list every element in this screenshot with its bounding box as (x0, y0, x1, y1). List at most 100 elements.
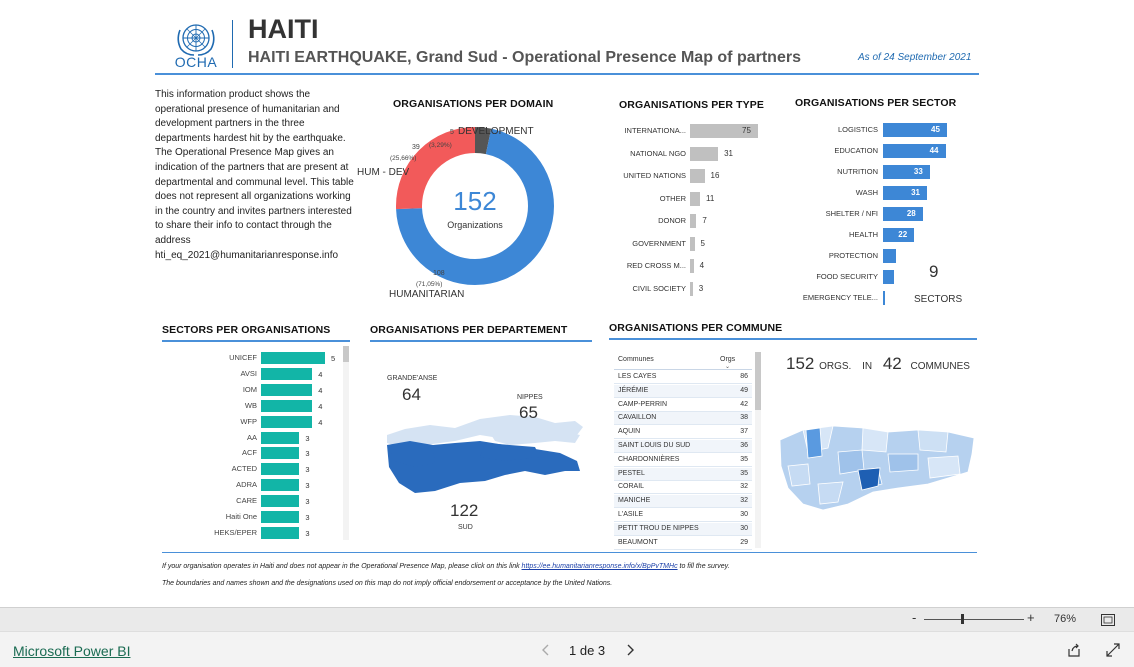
sector-bar-chart[interactable]: LOGISTICS 45 EDUCATION 44 NUTRITION 33 WASH 31 S… (790, 123, 970, 308)
commune-orgs: 35 (740, 469, 748, 477)
department-map[interactable] (385, 405, 585, 505)
fit-to-page-icon[interactable] (1101, 614, 1115, 626)
org-bar[interactable] (261, 495, 300, 508)
sector-count-label: SECTORS (914, 294, 963, 305)
type-bar-chart[interactable]: INTERNATIONA... 75 NATIONAL NGO 31 UNITED NA… (612, 124, 782, 304)
table-row[interactable]: MANICHE 32 (614, 495, 752, 509)
humdev-count: 39 (412, 144, 420, 151)
org-value: 3 (305, 449, 310, 459)
org-label: AA (246, 432, 257, 442)
table-row[interactable]: BEAUMONT 29 (614, 537, 752, 550)
table-row[interactable]: CORAIL 32 (614, 481, 752, 495)
type-title: ORGANISATIONS PER TYPE (619, 99, 764, 111)
zoom-bar: - + 76% (0, 607, 1134, 631)
org-bar[interactable] (261, 431, 300, 444)
sector-bar[interactable] (883, 291, 885, 305)
commune-name: JÉRÉMIE (618, 386, 649, 394)
org-bar[interactable] (261, 511, 300, 523)
sector-label: EMERGENCY TELE... (802, 293, 878, 302)
type-bar[interactable] (690, 214, 697, 228)
table-row[interactable]: SAINT LOUIS DU SUD 36 (614, 440, 752, 453)
sector-label: EDUCATION (834, 146, 878, 155)
org-label: UNICEF (229, 353, 257, 362)
sector-label: NUTRITION (837, 167, 878, 176)
table-row[interactable]: PETIT TROU DE NIPPES 30 (614, 522, 752, 536)
commune-name: CAMP-PERRIN (618, 400, 668, 408)
table-row[interactable]: JÉRÉMIE 49 (614, 384, 752, 398)
footnote-disclaimer: The boundaries and names shown and the d… (162, 580, 613, 587)
col-communes[interactable]: Communes (618, 356, 654, 363)
table-row[interactable]: AQUIN 37 (614, 426, 752, 440)
type-bar[interactable] (690, 146, 719, 161)
footnote-survey: If your organisation operates in Haiti a… (162, 563, 730, 570)
survey-link[interactable]: https://ee.humanitarianresponse.info/x/B… (522, 563, 678, 570)
org-bar[interactable] (261, 383, 313, 396)
share-icon[interactable] (1067, 643, 1081, 657)
commune-title: ORGANISATIONS PER COMMUNE (609, 322, 783, 334)
col-orgs[interactable]: Orgs (720, 356, 735, 363)
type-value: 11 (705, 193, 715, 203)
dept-title: ORGANISATIONS PER DEPARTEMENT (370, 324, 568, 336)
table-row[interactable]: CAVAILLON 38 (614, 412, 752, 426)
table-row[interactable]: PESTEL 35 (614, 467, 752, 481)
org-bar[interactable] (261, 526, 300, 539)
zoom-slider-thumb[interactable] (961, 614, 964, 624)
org-bar[interactable] (261, 447, 300, 460)
zoom-in-button[interactable]: + (1027, 610, 1035, 625)
commune-orgs: 35 (740, 455, 748, 463)
power-bi-link[interactable]: Microsoft Power BI (13, 643, 130, 659)
org-bar[interactable] (261, 479, 300, 492)
sector-bar[interactable] (883, 249, 896, 263)
zoom-slider-track[interactable] (924, 619, 1024, 620)
org-value: 3 (305, 497, 310, 507)
header-divider (232, 20, 233, 68)
org-bar[interactable] (261, 415, 313, 428)
org-value: 3 (305, 513, 310, 522)
humdev-pct: (25,66%) (390, 155, 417, 162)
sector-value: 28 (906, 209, 916, 218)
sector-bar[interactable] (883, 207, 923, 221)
orgs-scrollbar[interactable] (343, 346, 349, 540)
sort-chevron-down-icon[interactable]: ⌄ (725, 363, 730, 370)
table-row[interactable]: CHARDONNIÈRES 35 (614, 454, 752, 467)
org-bar[interactable] (261, 367, 313, 380)
fullscreen-icon[interactable] (1106, 643, 1120, 657)
chevron-left-icon[interactable] (541, 644, 551, 656)
chevron-right-icon[interactable] (625, 644, 635, 656)
commune-scroll-thumb[interactable] (755, 352, 761, 410)
org-bar[interactable] (261, 463, 300, 476)
table-row[interactable]: CAMP-PERRIN 42 (614, 399, 752, 412)
commune-name: CAVAILLON (618, 414, 657, 422)
commune-orgs: 36 (740, 442, 748, 449)
org-value: 5 (331, 354, 336, 363)
type-bar[interactable] (690, 191, 700, 206)
orgs-bar-chart[interactable]: UNICEF 5 AVSI 4 IOM 4 WB 4 WFP 4 AA 3 ACF 3 ACTED 3 ADRA… (162, 348, 347, 540)
sector-label: HEALTH (848, 230, 878, 239)
type-bar[interactable] (690, 281, 693, 296)
orgs-title: SECTORS PER ORGANISATIONS (162, 324, 331, 336)
type-bar[interactable] (690, 236, 695, 251)
type-value: 75 (742, 126, 751, 135)
domain-title: ORGANISATIONS PER DOMAIN (393, 98, 554, 110)
sector-bar[interactable] (883, 186, 928, 200)
orgs-total: 152 (786, 354, 815, 373)
org-bar[interactable] (261, 399, 313, 412)
table-row[interactable]: L'ASILE 30 (614, 509, 752, 522)
org-bar[interactable] (261, 352, 325, 364)
page-indicator: 1 de 3 (569, 643, 606, 658)
commune-name: CHARDONNIÈRES (618, 455, 680, 463)
type-bar[interactable] (690, 259, 694, 273)
org-label: Haiti One (225, 512, 257, 521)
orgs-title-rule (162, 340, 350, 342)
type-value: 31 (724, 148, 733, 158)
zoom-out-button[interactable]: - (912, 610, 916, 625)
commune-name: PESTEL (618, 469, 645, 477)
as-of-date: As of 24 September 2021 (858, 52, 972, 63)
commune-title-rule (609, 338, 977, 340)
sector-bar[interactable] (883, 270, 895, 284)
nippes-label: NIPPES (517, 394, 543, 401)
type-bar[interactable] (690, 169, 705, 183)
orgs-scroll-thumb[interactable] (343, 346, 349, 362)
table-row[interactable]: LES CAYES 86 (614, 371, 752, 384)
commune-map[interactable] (778, 418, 976, 518)
